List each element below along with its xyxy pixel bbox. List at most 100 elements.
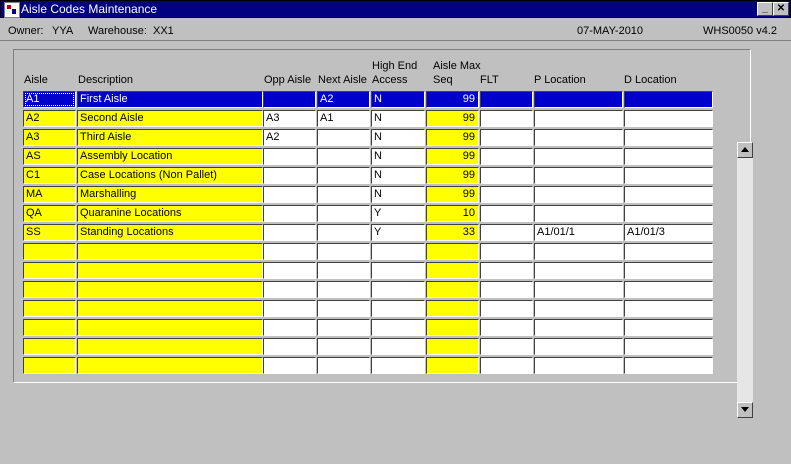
opp-aisle-field[interactable]: A2 (263, 129, 316, 146)
aisle-max-seq-field[interactable] (426, 338, 479, 355)
description-field[interactable]: Third Aisle (77, 129, 263, 146)
next-aisle-field[interactable]: A1 (317, 110, 370, 127)
aisle-max-seq-field[interactable]: 10 (426, 205, 479, 222)
description-field[interactable] (77, 300, 263, 317)
aisle-field[interactable] (23, 243, 76, 260)
aisle-field[interactable]: A2 (23, 110, 76, 127)
aisle-max-seq-field[interactable] (426, 357, 479, 374)
high-end-access-field[interactable] (371, 338, 425, 355)
p-location-field[interactable] (534, 205, 623, 222)
aisle-field[interactable] (23, 262, 76, 279)
description-field[interactable]: First Aisle (77, 91, 263, 108)
opp-aisle-field[interactable] (263, 148, 316, 165)
aisle-field[interactable] (23, 319, 76, 336)
opp-aisle-field[interactable] (263, 338, 316, 355)
description-field[interactable]: Standing Locations (77, 224, 263, 241)
aisle-max-seq-field[interactable] (426, 319, 479, 336)
next-aisle-field[interactable] (317, 357, 370, 374)
flt-field[interactable] (480, 148, 533, 165)
aisle-max-seq-field[interactable] (426, 243, 479, 260)
aisle-field[interactable]: QA (23, 205, 76, 222)
aisle-field[interactable]: AS (23, 148, 76, 165)
next-aisle-field[interactable] (317, 300, 370, 317)
p-location-field[interactable] (534, 110, 623, 127)
aisle-max-seq-field[interactable]: 33 (426, 224, 479, 241)
p-location-field[interactable] (534, 319, 623, 336)
next-aisle-field[interactable] (317, 224, 370, 241)
aisle-field[interactable]: C1 (23, 167, 76, 184)
description-field[interactable]: Quaranine Locations (77, 205, 263, 222)
d-location-field[interactable] (624, 357, 713, 374)
opp-aisle-field[interactable] (263, 243, 316, 260)
high-end-access-field[interactable] (371, 243, 425, 260)
d-location-field[interactable]: A1/01/3 (624, 224, 713, 241)
aisle-max-seq-field[interactable] (426, 300, 479, 317)
minimize-button[interactable]: _ (757, 2, 773, 16)
opp-aisle-field[interactable] (263, 319, 316, 336)
high-end-access-field[interactable]: N (371, 167, 425, 184)
aisle-max-seq-field[interactable]: 99 (426, 129, 479, 146)
description-field[interactable]: Case Locations (Non Pallet) (77, 167, 263, 184)
aisle-max-seq-field[interactable]: 99 (426, 91, 479, 108)
p-location-field[interactable] (534, 281, 623, 298)
d-location-field[interactable] (624, 205, 713, 222)
description-field[interactable] (77, 357, 263, 374)
aisle-field[interactable] (23, 281, 76, 298)
high-end-access-field[interactable]: Y (371, 224, 425, 241)
high-end-access-field[interactable] (371, 357, 425, 374)
d-location-field[interactable] (624, 129, 713, 146)
flt-field[interactable] (480, 129, 533, 146)
scroll-up-arrow-icon[interactable] (737, 142, 753, 158)
scroll-track[interactable] (737, 158, 753, 402)
opp-aisle-field[interactable] (263, 300, 316, 317)
p-location-field[interactable] (534, 91, 623, 108)
d-location-field[interactable] (624, 319, 713, 336)
d-location-field[interactable] (624, 110, 713, 127)
opp-aisle-field[interactable] (263, 262, 316, 279)
d-location-field[interactable] (624, 91, 713, 108)
next-aisle-field[interactable] (317, 243, 370, 260)
p-location-field[interactable] (534, 167, 623, 184)
next-aisle-field[interactable] (317, 167, 370, 184)
opp-aisle-field[interactable] (263, 205, 316, 222)
next-aisle-field[interactable] (317, 319, 370, 336)
high-end-access-field[interactable] (371, 319, 425, 336)
d-location-field[interactable] (624, 243, 713, 260)
aisle-max-seq-field[interactable]: 99 (426, 110, 479, 127)
high-end-access-field[interactable]: N (371, 110, 425, 127)
opp-aisle-field[interactable] (263, 186, 316, 203)
p-location-field[interactable] (534, 186, 623, 203)
d-location-field[interactable] (624, 281, 713, 298)
next-aisle-field[interactable] (317, 338, 370, 355)
flt-field[interactable] (480, 243, 533, 260)
scroll-down-arrow-icon[interactable] (737, 402, 753, 418)
aisle-field[interactable]: MA (23, 186, 76, 203)
p-location-field[interactable]: A1/01/1 (534, 224, 623, 241)
flt-field[interactable] (480, 319, 533, 336)
flt-field[interactable] (480, 262, 533, 279)
d-location-field[interactable] (624, 148, 713, 165)
high-end-access-field[interactable] (371, 262, 425, 279)
description-field[interactable]: Marshalling (77, 186, 263, 203)
aisle-max-seq-field[interactable]: 99 (426, 186, 479, 203)
next-aisle-field[interactable] (317, 205, 370, 222)
flt-field[interactable] (480, 110, 533, 127)
opp-aisle-field[interactable] (263, 224, 316, 241)
vertical-scrollbar[interactable] (737, 142, 753, 418)
aisle-max-seq-field[interactable] (426, 262, 479, 279)
p-location-field[interactable] (534, 262, 623, 279)
p-location-field[interactable] (534, 338, 623, 355)
next-aisle-field[interactable] (317, 186, 370, 203)
flt-field[interactable] (480, 357, 533, 374)
aisle-field[interactable]: A1 (23, 91, 76, 108)
opp-aisle-field[interactable] (263, 167, 316, 184)
description-field[interactable]: Second Aisle (77, 110, 263, 127)
next-aisle-field[interactable] (317, 148, 370, 165)
d-location-field[interactable] (624, 338, 713, 355)
aisle-field[interactable]: A3 (23, 129, 76, 146)
aisle-max-seq-field[interactable]: 99 (426, 167, 479, 184)
high-end-access-field[interactable]: N (371, 148, 425, 165)
flt-field[interactable] (480, 167, 533, 184)
opp-aisle-field[interactable] (263, 281, 316, 298)
description-field[interactable] (77, 281, 263, 298)
